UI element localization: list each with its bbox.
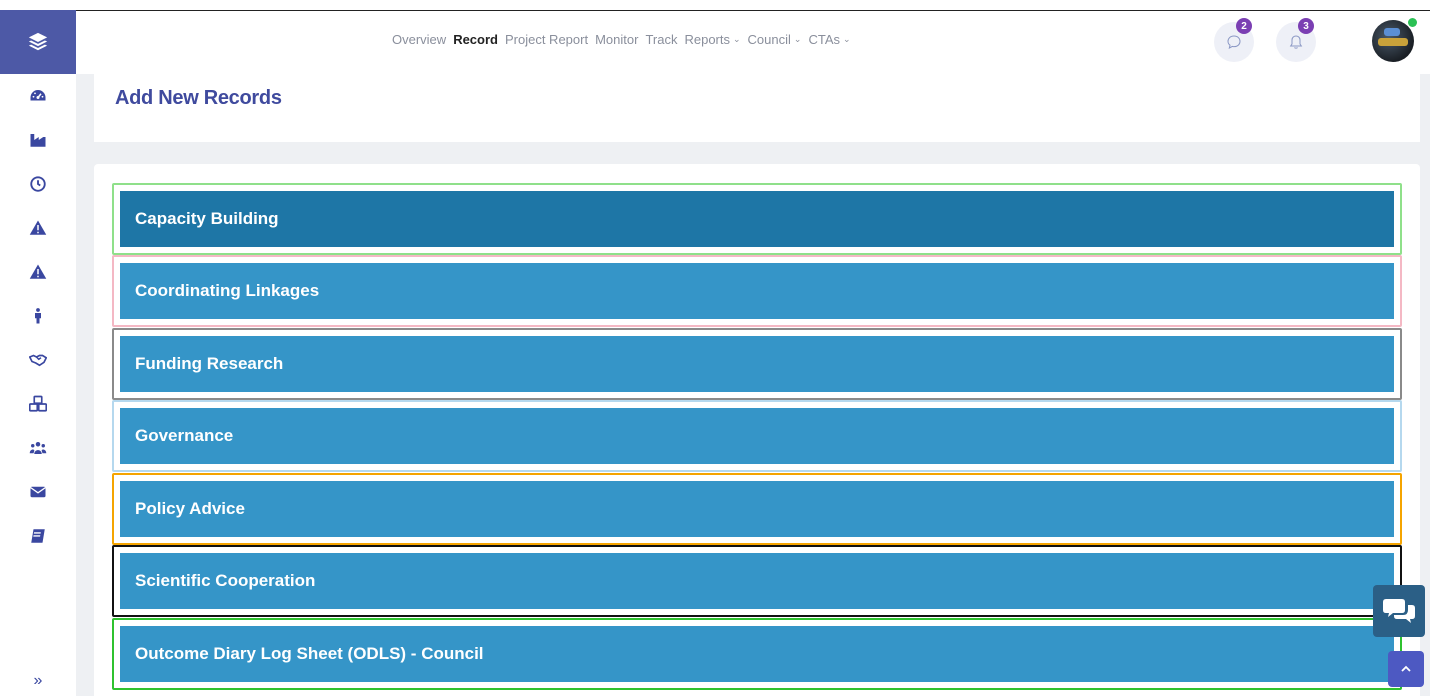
top-strip — [0, 0, 1430, 10]
nav-label: Record — [453, 32, 498, 47]
record-label: Funding Research — [135, 354, 284, 373]
nav-label: Reports — [684, 32, 730, 47]
record-category-odls-council: Outcome Diary Log Sheet (ODLS) - Council — [112, 618, 1402, 690]
top-navbar: Overview Record Project Report Monitor T… — [76, 10, 1430, 74]
book-icon — [31, 529, 45, 543]
nav-overview[interactable]: Overview — [392, 32, 446, 47]
layers-icon — [28, 32, 48, 51]
notifications-count-badge: 3 — [1298, 18, 1314, 34]
sidebar-item-industry[interactable] — [28, 130, 48, 150]
sidebar-item-risks[interactable] — [28, 262, 48, 282]
records-panel: Capacity Building Coordinating Linkages … — [94, 164, 1420, 696]
record-button-governance[interactable]: Governance — [120, 408, 1394, 464]
expand-sidebar-button[interactable]: » — [28, 672, 48, 690]
sidebar-item-users[interactable] — [28, 438, 48, 458]
sidebar-item-history[interactable] — [28, 174, 48, 194]
sidebar-item-partnerships[interactable] — [28, 350, 48, 370]
nav-label: CTAs — [808, 32, 840, 47]
clock-icon — [30, 176, 46, 192]
record-category-coordinating-linkages: Coordinating Linkages — [112, 255, 1402, 327]
warning-icon — [29, 264, 47, 279]
record-label: Scientific Cooperation — [135, 571, 316, 590]
nav-record[interactable]: Record — [453, 32, 498, 47]
record-category-funding-research: Funding Research — [112, 328, 1402, 400]
chevron-up-icon — [1401, 665, 1411, 672]
sidebar-item-dashboard[interactable] — [28, 86, 48, 106]
nav-label: Project Report — [504, 32, 589, 47]
messages-count-badge: 2 — [1236, 18, 1252, 34]
sidebar: » — [0, 0, 76, 696]
warning-icon — [29, 220, 47, 235]
bell-icon — [1289, 35, 1303, 49]
sidebar-item-person[interactable] — [28, 306, 48, 326]
live-chat-button[interactable] — [1373, 585, 1425, 637]
dashboard-icon — [30, 90, 46, 101]
scroll-to-top-button[interactable] — [1388, 651, 1424, 687]
page-title: Add New Records — [115, 87, 282, 109]
top-border — [76, 10, 1430, 11]
nav-track[interactable]: Track — [645, 32, 677, 47]
nav-ctas-dropdown[interactable]: CTAs ⌄ — [808, 32, 850, 47]
boxes-icon — [29, 395, 47, 412]
nav-label: Council — [747, 32, 791, 47]
user-avatar[interactable] — [1372, 20, 1414, 62]
page-header: Add New Records — [94, 74, 1420, 142]
record-button-capacity-building[interactable]: Capacity Building — [120, 191, 1394, 247]
sidebar-item-library[interactable] — [28, 526, 48, 546]
comments-icon — [1383, 599, 1415, 623]
online-status-dot — [1408, 18, 1417, 27]
record-button-odls-council[interactable]: Outcome Diary Log Sheet (ODLS) - Council — [120, 626, 1394, 682]
record-label: Coordinating Linkages — [135, 281, 320, 300]
users-icon — [29, 442, 47, 454]
sidebar-item-alerts[interactable] — [28, 218, 48, 238]
nav-project-report[interactable]: Project Report — [505, 32, 588, 47]
sidebar-item-messages[interactable] — [28, 482, 48, 502]
record-category-policy-advice: Policy Advice — [112, 473, 1402, 545]
notifications-button[interactable]: 3 — [1276, 18, 1316, 62]
record-label: Governance — [135, 426, 234, 445]
nav-council-dropdown[interactable]: Council ⌄ — [748, 32, 802, 47]
record-button-funding-research[interactable]: Funding Research — [120, 336, 1394, 392]
chat-bubble-icon — [1227, 35, 1241, 49]
record-button-scientific-cooperation[interactable]: Scientific Cooperation — [120, 553, 1394, 609]
record-label: Outcome Diary Log Sheet (ODLS) - Council — [135, 644, 484, 663]
nav-reports-dropdown[interactable]: Reports ⌄ — [684, 32, 740, 47]
envelope-icon — [30, 486, 46, 498]
messages-button[interactable]: 2 — [1214, 18, 1254, 62]
chevron-down-icon: ⌄ — [793, 34, 802, 44]
person-icon — [35, 308, 41, 324]
handshake-icon — [29, 354, 47, 367]
record-button-coordinating-linkages[interactable]: Coordinating Linkages — [120, 263, 1394, 319]
main-nav: Overview Record Project Report Monitor T… — [392, 32, 858, 47]
record-label: Policy Advice — [135, 499, 245, 518]
record-button-policy-advice[interactable]: Policy Advice — [120, 481, 1394, 537]
nav-label: Track — [645, 32, 678, 47]
factory-icon — [30, 134, 46, 147]
nav-label: Monitor — [595, 32, 639, 47]
chevron-down-icon: ⌄ — [733, 34, 741, 44]
record-category-capacity-building: Capacity Building — [112, 183, 1402, 255]
chevron-down-icon: ⌄ — [843, 34, 851, 44]
nav-label: Overview — [392, 32, 447, 47]
sidebar-item-resources[interactable] — [28, 394, 48, 414]
record-category-scientific-cooperation: Scientific Cooperation — [112, 545, 1402, 617]
record-label: Capacity Building — [135, 209, 279, 228]
record-category-governance: Governance — [112, 400, 1402, 472]
app-logo[interactable] — [0, 10, 76, 74]
nav-monitor[interactable]: Monitor — [595, 32, 638, 47]
